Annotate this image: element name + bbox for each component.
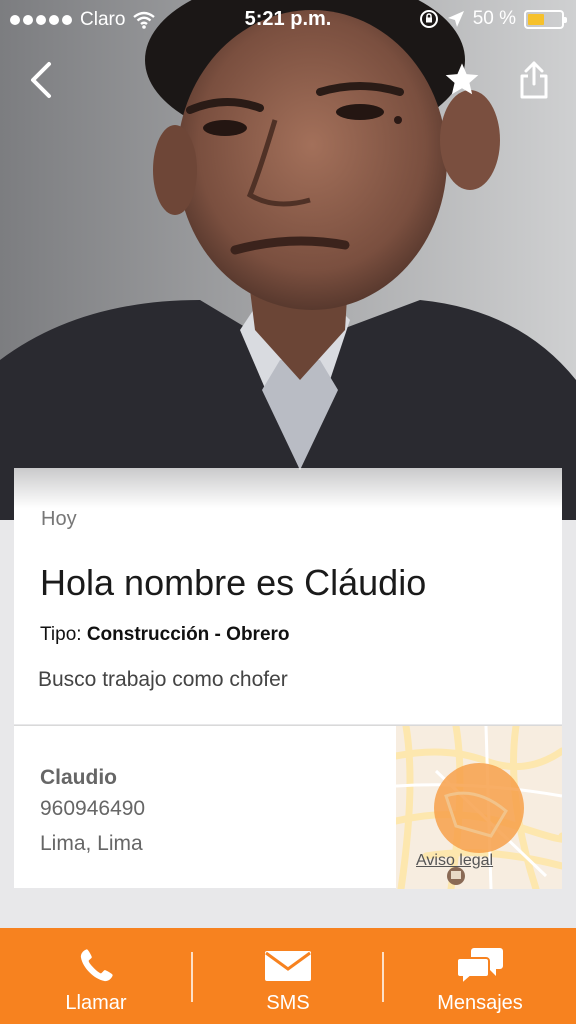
location-arrow-icon bbox=[447, 11, 464, 27]
profile-photo-illustration bbox=[0, 0, 576, 520]
tab-divider bbox=[382, 952, 384, 1002]
tab-divider bbox=[191, 952, 193, 1002]
location-radius-marker bbox=[434, 763, 524, 853]
battery-percent: 50 % bbox=[472, 8, 516, 29]
contact-section: Claudio 960946490 Lima, Lima Aviso legal bbox=[14, 725, 562, 889]
map-legal-link[interactable]: Aviso legal bbox=[416, 852, 493, 870]
messages-button[interactable]: Mensajes bbox=[384, 928, 576, 1024]
post-description: Busco trabajo como chofer bbox=[38, 668, 288, 691]
share-button[interactable] bbox=[512, 58, 556, 102]
sms-label: SMS bbox=[266, 992, 310, 1014]
post-type-value: Construcción - Obrero bbox=[86, 624, 290, 645]
envelope-icon bbox=[265, 951, 311, 981]
post-card: Hoy Hola nombre es Cláudio Tipo: Constru… bbox=[14, 468, 562, 724]
phone-icon bbox=[80, 949, 113, 982]
call-button[interactable]: Llamar bbox=[0, 928, 192, 1024]
post-date: Hoy bbox=[41, 508, 77, 530]
profile-photo bbox=[0, 0, 576, 520]
post-type-label: Tipo: bbox=[40, 624, 82, 645]
contact-location: Lima, Lima bbox=[40, 832, 143, 855]
chat-bubbles-icon bbox=[456, 948, 503, 986]
action-bar: Llamar SMS Mensajes bbox=[0, 928, 576, 1024]
star-icon bbox=[445, 63, 479, 95]
call-label: Llamar bbox=[65, 992, 127, 1014]
messages-label: Mensajes bbox=[437, 992, 523, 1014]
sms-button[interactable]: SMS bbox=[192, 928, 384, 1024]
back-button[interactable] bbox=[20, 58, 64, 102]
chevron-left-icon bbox=[31, 62, 51, 98]
share-icon bbox=[520, 61, 548, 99]
contact-phone[interactable]: 960946490 bbox=[40, 797, 145, 821]
location-map[interactable]: Aviso legal bbox=[396, 726, 562, 889]
contact-name: Claudio bbox=[40, 766, 117, 789]
post-title: Hola nombre es Cláudio bbox=[40, 562, 427, 603]
favorite-button[interactable] bbox=[440, 58, 484, 102]
status-right: 50 % bbox=[419, 8, 567, 30]
battery-icon bbox=[524, 9, 567, 29]
battery-fill bbox=[528, 13, 544, 25]
post-type: Tipo: Construcción - Obrero bbox=[40, 624, 290, 646]
status-bar: Claro 5:21 p.m. 50 % bbox=[0, 0, 576, 40]
rotation-lock-icon bbox=[419, 10, 438, 28]
